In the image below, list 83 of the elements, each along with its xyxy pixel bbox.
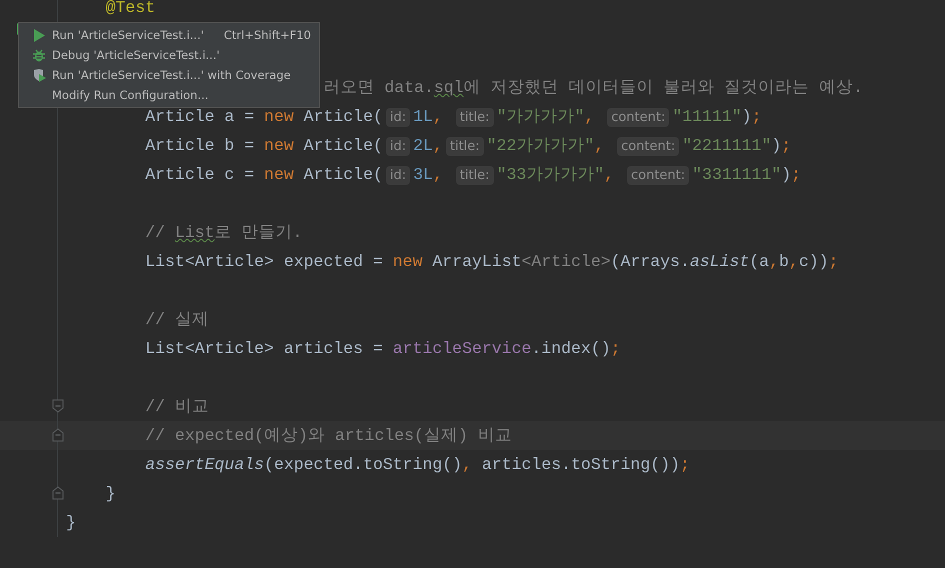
code-text: ArrayList — [432, 252, 522, 271]
punctuation: , — [432, 164, 444, 184]
parameter-hint: content: — [617, 136, 680, 156]
string-literal: "11111" — [672, 106, 742, 126]
code-text: b — [779, 252, 789, 271]
code-text: List<Article> expected = — [145, 252, 384, 271]
code-text: ) — [742, 106, 752, 126]
keyword: new — [264, 106, 294, 126]
parameter-hint: content: — [607, 108, 670, 126]
method-call: assertEquals — [145, 455, 264, 474]
number-literal: 1L — [413, 106, 433, 126]
punctuation: ; — [828, 252, 838, 271]
keyword: new — [264, 164, 294, 184]
code-text: (Arrays. — [610, 252, 690, 271]
code-text: (expected.toString() — [264, 455, 462, 474]
menu-item[interactable]: Run 'ArticleServiceTest.i...' with Coverage — [19, 65, 319, 85]
fold-marker-icon[interactable] — [52, 428, 64, 442]
parameter-hint: id: — [386, 136, 410, 156]
punctuation: , — [604, 164, 616, 184]
type-parameter: <Article> — [522, 252, 611, 271]
code-text: Article c = — [145, 164, 256, 184]
code-comment: List — [174, 223, 215, 242]
code-text: } — [66, 513, 76, 532]
punctuation: ; — [610, 339, 621, 358]
punctuation: , — [594, 136, 606, 154]
code-text: } — [106, 484, 116, 503]
code-comment: 로 만들기. — [214, 223, 302, 242]
parameter-hint: id: — [386, 166, 410, 184]
punctuation: , — [432, 136, 443, 154]
code-comment: 에 저장했던 데이터들이 불러와 질것이라는 예상. — [464, 78, 864, 97]
punctuation: , — [584, 106, 596, 126]
method-call: asList — [690, 252, 750, 271]
code-text: .index() — [531, 339, 611, 358]
code-text: Article( — [304, 106, 383, 126]
punctuation: , — [432, 106, 444, 126]
code-text: Article( — [304, 164, 383, 184]
string-literal: "가가가가" — [496, 106, 584, 126]
shortcut-label: Ctrl+Shift+F10 — [224, 28, 311, 42]
punctuation: ; — [781, 136, 792, 154]
code-comment: // 실제 — [145, 310, 209, 329]
keyword: new — [264, 136, 294, 154]
menu-item[interactable]: Debug 'ArticleServiceTest.i...' — [19, 45, 319, 65]
punctuation: ; — [791, 164, 802, 184]
code-text: ) — [781, 164, 792, 184]
code-comment: // expected(예상)와 articles(실제) 비교 — [145, 426, 512, 445]
punctuation: , — [788, 252, 799, 271]
string-literal: "33가가가가" — [496, 164, 604, 184]
punctuation: , — [769, 252, 779, 271]
string-literal: "2211111" — [682, 136, 772, 154]
code-text: Article a = — [145, 106, 256, 126]
code-comment: 러오면 data. — [323, 78, 434, 97]
punctuation: ; — [752, 106, 762, 126]
menu-item[interactable]: Modify Run Configuration... — [19, 85, 319, 105]
parameter-hint: id: — [386, 108, 410, 126]
code-text: (a — [749, 252, 770, 271]
menu-item[interactable]: Run 'ArticleServiceTest.i...' Ctrl+Shift+F10 — [19, 25, 319, 45]
parameter-hint: title: — [456, 108, 494, 126]
punctuation: , — [462, 455, 473, 474]
number-literal: 2L — [413, 136, 433, 154]
code-text: articles.toString()) — [482, 455, 680, 474]
field-name: articleService — [392, 339, 532, 358]
bug-icon — [33, 48, 45, 62]
punctuation: ; — [680, 455, 690, 474]
keyword: new — [392, 252, 422, 271]
code-comment: // — [145, 223, 166, 242]
code-comment: sql — [434, 78, 464, 97]
code-comment: // 비교 — [145, 397, 209, 416]
fold-marker-icon[interactable] — [52, 399, 64, 413]
code-text: List<Article> articles = — [145, 339, 384, 358]
annotation: @Test — [106, 0, 156, 17]
code-text: ) — [771, 136, 782, 154]
number-literal: 3L — [413, 164, 433, 184]
code-text: c)) — [798, 252, 829, 271]
code-text: Article( — [304, 136, 383, 154]
parameter-hint: title: — [446, 136, 484, 156]
play-icon — [33, 28, 45, 42]
code-text: Article b = — [145, 136, 256, 154]
string-literal: "3311111" — [692, 164, 782, 184]
shield-play-icon — [33, 68, 47, 82]
parameter-hint: content: — [626, 166, 690, 184]
string-literal: "22가가가가" — [486, 136, 594, 154]
fold-marker-icon[interactable] — [52, 486, 64, 500]
parameter-hint: title: — [456, 166, 494, 184]
